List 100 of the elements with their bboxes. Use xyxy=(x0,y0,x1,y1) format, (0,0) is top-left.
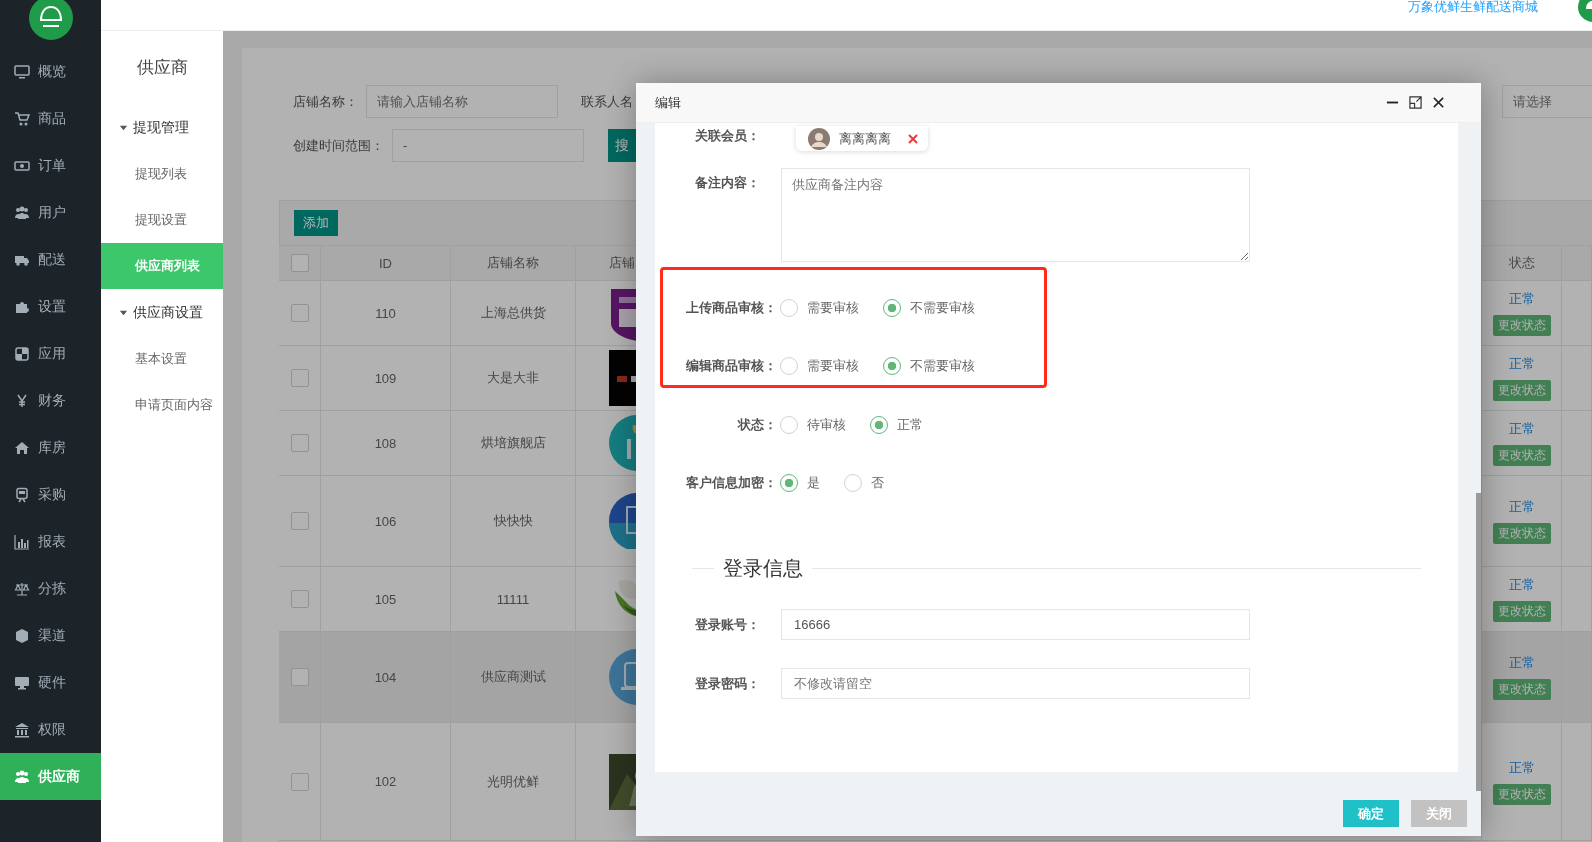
radio-label: 需要审核 xyxy=(807,357,859,375)
radio-label: 不需要审核 xyxy=(910,299,975,317)
sidebar-item[interactable]: 订单 xyxy=(0,142,101,189)
submenu-group[interactable]: 提现管理 xyxy=(101,104,223,151)
table-cell: 上海总供货 xyxy=(480,304,546,322)
submenu-item[interactable]: 提现列表 xyxy=(101,151,223,197)
logo-icon xyxy=(28,0,73,40)
remark-field[interactable]: 供应商备注内容 xyxy=(781,168,1250,262)
column-header: ID xyxy=(321,246,451,280)
field-label: 上传商品审核： xyxy=(685,299,777,317)
status-text: 正常 xyxy=(1508,290,1535,308)
field-label: 客户信息加密： xyxy=(685,474,777,492)
field-label: 联系人名 xyxy=(581,92,633,111)
sidebar-item[interactable]: 硬件 xyxy=(0,659,101,706)
status-text: 正常 xyxy=(1508,654,1535,672)
cart-icon xyxy=(14,110,30,127)
table-cell: 光明优鲜 xyxy=(487,772,539,791)
field-label: 登录账号： xyxy=(694,615,761,634)
sidebar-item[interactable]: 商品 xyxy=(0,95,101,142)
field-label: 登录密码： xyxy=(694,674,761,693)
sidebar-item[interactable]: 报表 xyxy=(0,518,101,565)
table-cell: 108 xyxy=(374,435,397,451)
radio-label: 是 xyxy=(807,474,820,492)
close-icon[interactable] xyxy=(1432,96,1445,109)
status-text: 正常 xyxy=(1508,420,1535,438)
select-field[interactable]: 请选择 xyxy=(1502,85,1592,118)
submenu-title: 供应商 xyxy=(135,57,189,79)
sidebar-item[interactable]: 权限 xyxy=(0,706,101,753)
caret-icon xyxy=(119,123,128,132)
sidebar-item[interactable]: 渠道 xyxy=(0,612,101,659)
cube-icon xyxy=(14,627,30,644)
scrollbar-thumb[interactable] xyxy=(1476,493,1481,791)
checkbox[interactable] xyxy=(290,369,309,387)
dialog-title: 编辑 xyxy=(655,93,681,112)
remove-icon[interactable] xyxy=(908,133,918,144)
sidebar-item[interactable]: 用户 xyxy=(0,189,101,236)
sidebar-item[interactable]: 采购 xyxy=(0,471,101,518)
bank-icon xyxy=(14,721,30,738)
radio-label: 需要审核 xyxy=(807,299,859,317)
app-grid-icon xyxy=(14,345,30,362)
radio-button[interactable] xyxy=(780,357,798,375)
checkbox[interactable] xyxy=(290,434,309,452)
table-cell: 104 xyxy=(374,669,397,685)
monitor-icon xyxy=(14,674,30,691)
radio-label: 否 xyxy=(871,474,884,492)
radio-button[interactable] xyxy=(780,474,798,492)
sidebar-item[interactable]: 财务 xyxy=(0,377,101,424)
monitor-icon xyxy=(14,63,30,80)
status-text: 正常 xyxy=(1508,498,1535,516)
table-cell: 快快快 xyxy=(493,512,533,530)
submenu-item[interactable]: 提现设置 xyxy=(101,197,223,243)
users-icon xyxy=(14,204,30,221)
sidebar-item[interactable]: 概览 xyxy=(0,48,101,95)
date-range-field[interactable]: - xyxy=(392,129,584,162)
table-cell: 供应商测试 xyxy=(480,668,546,686)
column-header: 状态 xyxy=(1482,246,1562,280)
checkbox[interactable] xyxy=(290,590,309,608)
train-icon xyxy=(14,486,30,503)
table-cell: 102 xyxy=(374,774,397,789)
radio-label: 正常 xyxy=(897,416,923,434)
field-label: 备注内容： xyxy=(694,174,761,192)
sidebar-item[interactable]: 分拣 xyxy=(0,565,101,612)
radio-button[interactable] xyxy=(780,416,798,434)
table-cell: 烘培旗舰店 xyxy=(480,434,546,452)
users-icon xyxy=(14,768,30,785)
radio-button[interactable] xyxy=(870,416,888,434)
password-field[interactable]: 不修改请留空 xyxy=(781,668,1250,699)
table-cell: 109 xyxy=(374,370,397,386)
maximize-icon[interactable] xyxy=(1409,96,1422,109)
sidebar-item[interactable]: 设置 xyxy=(0,283,101,330)
bar-chart-icon xyxy=(14,533,30,550)
submenu-item[interactable]: 申请页面内容 xyxy=(101,382,223,428)
checkbox[interactable] xyxy=(290,772,309,791)
avatar-icon xyxy=(808,127,830,150)
status-text: 正常 xyxy=(1508,758,1535,777)
table-cell: 105 xyxy=(374,591,397,607)
radio-button[interactable] xyxy=(780,299,798,317)
sidebar-item[interactable]: 配送 xyxy=(0,236,101,283)
checkbox[interactable] xyxy=(290,512,309,530)
sidebar-item[interactable]: 库房 xyxy=(0,424,101,471)
radio-label: 不需要审核 xyxy=(910,357,975,375)
table-cell: 110 xyxy=(375,305,396,321)
sidebar-item[interactable]: 应用 xyxy=(0,330,101,377)
account-field[interactable]: 16666 xyxy=(781,609,1250,640)
home-icon xyxy=(14,439,30,456)
checkbox[interactable] xyxy=(290,254,309,272)
radio-button[interactable] xyxy=(883,357,901,375)
column-header: 店铺名称 xyxy=(451,246,576,280)
shop-name-field[interactable]: 请输入店铺名称 xyxy=(366,85,558,118)
table-cell: 11111 xyxy=(496,591,530,607)
field-label: 创建时间范围： xyxy=(293,136,384,155)
field-label: 关联会员： xyxy=(694,127,761,145)
radio-button[interactable] xyxy=(844,474,862,492)
submenu-item[interactable]: 基本设置 xyxy=(101,336,223,382)
section-title: 登录信息 xyxy=(722,555,804,581)
checkbox[interactable] xyxy=(290,668,309,686)
submenu-group[interactable]: 供应商设置 xyxy=(101,289,223,336)
radio-button[interactable] xyxy=(883,299,901,317)
yen-icon xyxy=(14,392,30,409)
checkbox[interactable] xyxy=(290,304,309,322)
